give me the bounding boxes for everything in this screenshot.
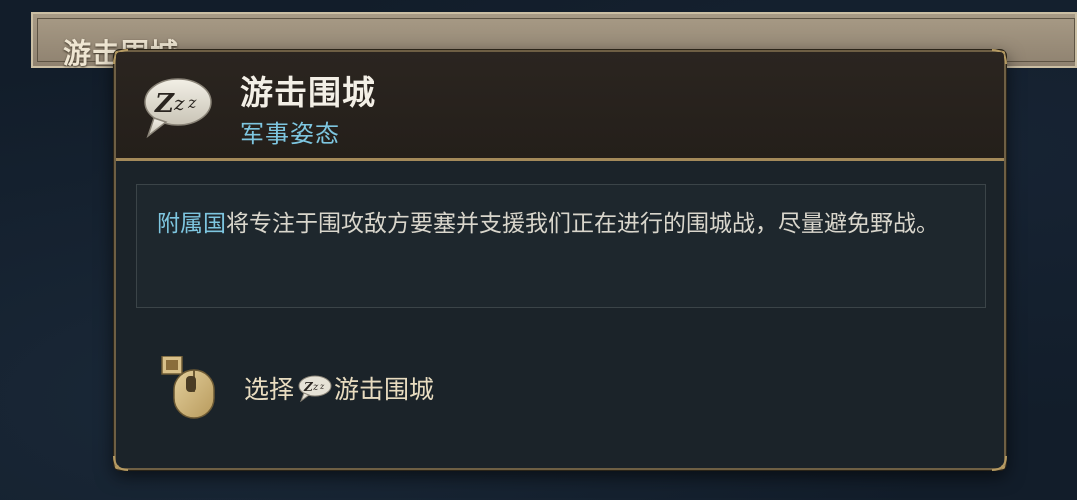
zzz-speech-bubble-icon: Z z z <box>144 78 212 139</box>
tooltip-panel: Z z z 游击围城 军事姿态 附属国将专注于围攻敌方要塞并支援我们正在进行的围… <box>113 49 1007 471</box>
svg-text:z: z <box>312 382 319 393</box>
svg-text:z: z <box>187 93 197 112</box>
select-action-target: 游击围城 <box>334 375 435 404</box>
svg-text:Z: Z <box>154 89 175 119</box>
corner-ornament-icon <box>991 455 1007 471</box>
mouse-left-click-icon <box>161 356 215 419</box>
svg-text:z: z <box>319 382 325 391</box>
select-action-row[interactable]: 选择 Z z z 游击围城 <box>160 352 760 419</box>
description-text: 附属国将专注于围攻敌方要塞并支援我们正在进行的围城战，尽量避免野战。 <box>157 205 977 243</box>
description-body: 将专注于围攻敌方要塞并支援我们正在进行的围城战，尽量避免野战。 <box>226 211 939 237</box>
svg-text:z: z <box>173 91 185 115</box>
description-box: 附属国将专注于围攻敌方要塞并支援我们正在进行的围城战，尽量避免野战。 <box>136 184 986 308</box>
corner-ornament-icon <box>113 455 129 471</box>
select-action-prefix: 选择 <box>244 375 295 404</box>
zzz-speech-bubble-icon: Z z z <box>298 375 332 402</box>
tooltip-subtitle: 军事姿态 <box>240 120 340 148</box>
description-highlight-link[interactable]: 附属国 <box>157 211 226 237</box>
select-action-label: 选择 Z z z 游击围城 <box>244 370 434 406</box>
tooltip-title: 游击围城 <box>240 73 376 112</box>
tooltip-header: Z z z 游击围城 军事姿态 <box>116 52 1004 161</box>
